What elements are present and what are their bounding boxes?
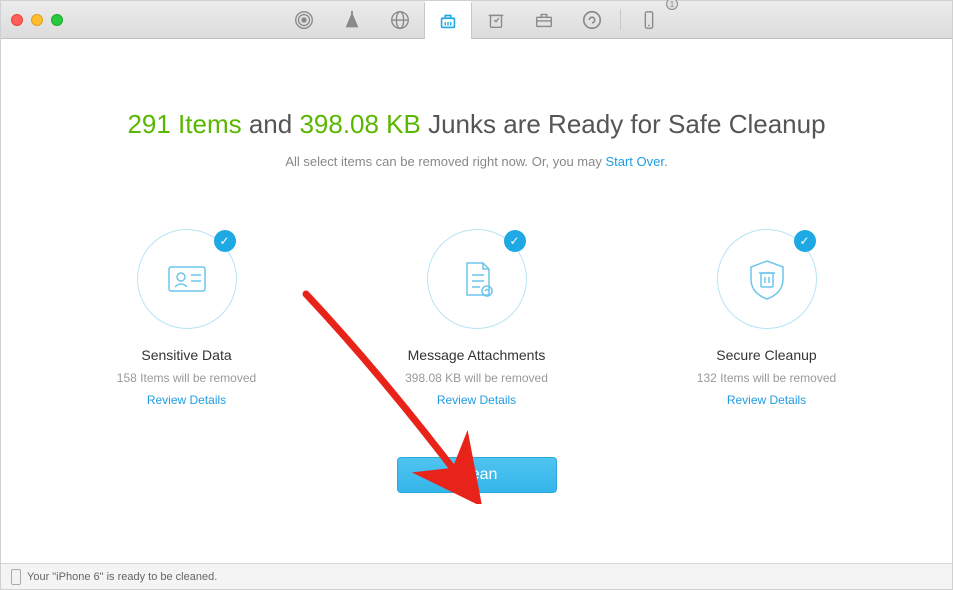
tab-restore[interactable]	[568, 1, 616, 38]
tab-toolbox[interactable]	[520, 1, 568, 38]
card-secure-cleanup: ✓ Secure Cleanup 132 Items will be remov…	[667, 229, 867, 407]
title-bar: 1	[1, 1, 952, 39]
card-title: Secure Cleanup	[716, 347, 816, 363]
headline-size: 398.08 KB	[299, 109, 420, 139]
card-sub: 132 Items will be removed	[697, 371, 836, 385]
toolbar-separator	[620, 9, 621, 30]
card-message-attachments: ✓ Message Attachments 398.08 KB will be …	[377, 229, 577, 407]
sensitive-data-icon: ✓	[137, 229, 237, 329]
card-sub: 158 Items will be removed	[117, 371, 256, 385]
check-badge[interactable]: ✓	[794, 230, 816, 252]
tab-cleanup[interactable]	[424, 1, 472, 39]
tab-internet[interactable]	[376, 1, 424, 38]
message-attachments-icon: ✓	[427, 229, 527, 329]
review-details-link[interactable]: Review Details	[147, 393, 226, 407]
cards-row: ✓ Sensitive Data 158 Items will be remov…	[87, 229, 867, 407]
headline: 291 Items and 398.08 KB Junks are Ready …	[127, 109, 825, 140]
review-details-link[interactable]: Review Details	[727, 393, 806, 407]
card-sensitive-data: ✓ Sensitive Data 158 Items will be remov…	[87, 229, 287, 407]
clean-button[interactable]: Clean	[397, 457, 557, 493]
check-badge[interactable]: ✓	[214, 230, 236, 252]
toolbar: 1	[280, 1, 673, 38]
tab-device[interactable]: 1	[625, 1, 673, 38]
minimize-window-button[interactable]	[31, 14, 43, 26]
secure-cleanup-icon: ✓	[717, 229, 817, 329]
headline-items: 291 Items	[127, 109, 241, 139]
device-count-badge: 1	[666, 0, 678, 10]
tab-airplay[interactable]	[280, 1, 328, 38]
main-content: 291 Items and 398.08 KB Junks are Ready …	[1, 39, 952, 563]
status-bar: Your "iPhone 6" is ready to be cleaned.	[1, 563, 952, 589]
start-over-link[interactable]: Start Over	[605, 154, 664, 169]
card-sub: 398.08 KB will be removed	[405, 371, 548, 385]
window-controls	[1, 14, 63, 26]
tab-trash[interactable]	[472, 1, 520, 38]
check-badge[interactable]: ✓	[504, 230, 526, 252]
card-title: Message Attachments	[408, 347, 546, 363]
close-window-button[interactable]	[11, 14, 23, 26]
phone-icon	[11, 569, 21, 585]
card-title: Sensitive Data	[141, 347, 231, 363]
tab-speedup[interactable]	[328, 1, 376, 38]
zoom-window-button[interactable]	[51, 14, 63, 26]
review-details-link[interactable]: Review Details	[437, 393, 516, 407]
subline: All select items can be removed right no…	[285, 154, 667, 169]
status-text: Your "iPhone 6" is ready to be cleaned.	[27, 571, 217, 583]
